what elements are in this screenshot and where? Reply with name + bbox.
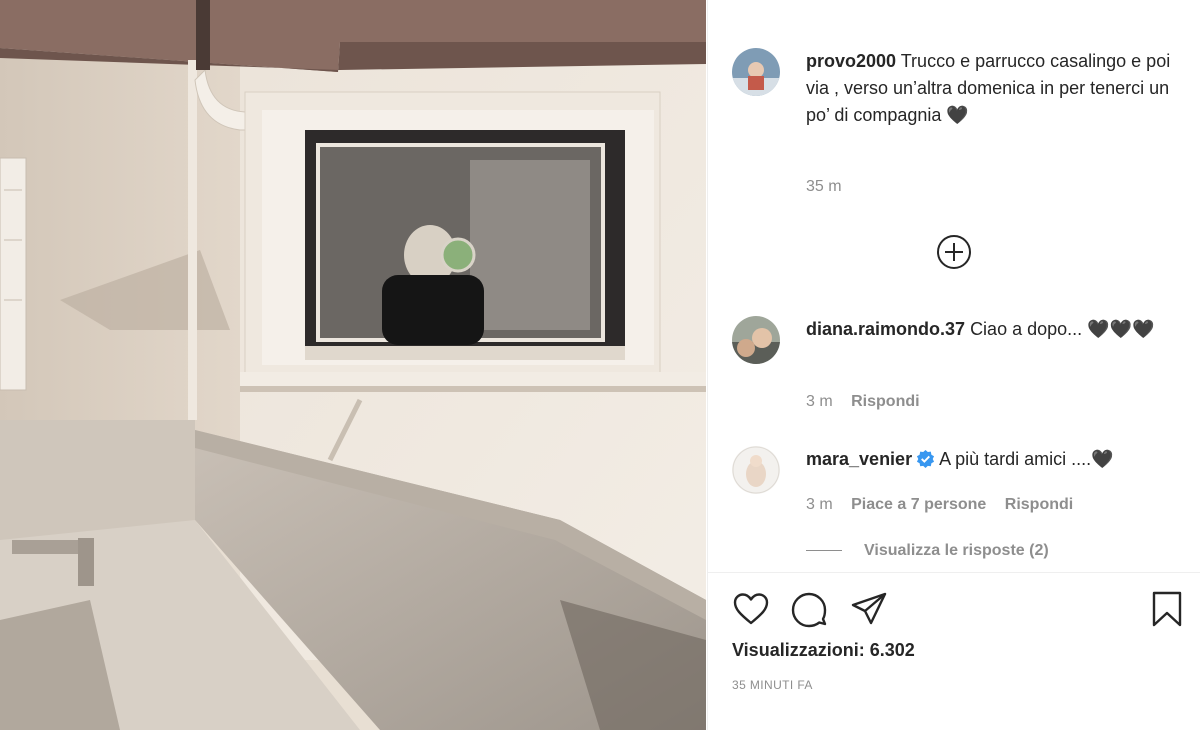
share-icon[interactable]	[850, 590, 888, 628]
heart-icon[interactable]	[732, 590, 770, 628]
comment-item: diana.raimondo.37 Ciao a dopo... 🖤🖤🖤 3 m…	[732, 316, 1180, 426]
reply-button[interactable]: Rispondi	[1005, 496, 1073, 513]
divider	[708, 572, 1200, 573]
post-sidebar: provo2000 Trucco e parrucco casalingo e …	[707, 0, 1200, 730]
views-count[interactable]: Visualizzazioni: 6.302	[732, 640, 915, 661]
view-replies-button[interactable]: Visualizza le risposte (2)	[806, 542, 1049, 560]
commenter-avatar[interactable]	[732, 446, 780, 494]
comment-text: Ciao a dopo... 🖤🖤🖤	[970, 319, 1155, 339]
post-media[interactable]	[0, 0, 706, 730]
commenter-username[interactable]: mara_venier	[806, 449, 912, 469]
load-more-comments-button[interactable]	[936, 234, 972, 270]
view-replies-label: Visualizza le risposte (2)	[864, 542, 1049, 559]
views-label: Visualizzazioni:	[732, 640, 865, 660]
comment-meta: 3 m Rispondi	[806, 393, 934, 411]
plus-circle-icon	[937, 235, 971, 269]
comment-age: 3 m	[806, 393, 833, 410]
comment-meta: 3 m Piace a 7 persone Rispondi	[806, 496, 1087, 514]
caption-age: 35 m	[806, 178, 842, 195]
reply-button[interactable]: Rispondi	[851, 393, 919, 410]
post-photo	[0, 0, 706, 730]
comment-age: 3 m	[806, 496, 833, 513]
author-avatar[interactable]	[732, 48, 780, 96]
commenter-username[interactable]: diana.raimondo.37	[806, 319, 965, 339]
post-timestamp[interactable]: 35 MINUTI FA	[732, 678, 813, 692]
author-username[interactable]: provo2000	[806, 51, 896, 71]
replies-line	[806, 550, 842, 552]
action-bar	[732, 590, 1182, 630]
verified-badge-icon	[917, 449, 935, 468]
views-number: 6.302	[869, 640, 915, 660]
caption-meta: 35 m	[806, 178, 856, 196]
comment-likes-link[interactable]: Piace a 7 persone	[851, 496, 986, 513]
post-caption: provo2000 Trucco e parrucco casalingo e …	[732, 48, 1180, 208]
commenter-avatar[interactable]	[732, 316, 780, 364]
comment-icon[interactable]	[790, 590, 828, 628]
bookmark-icon[interactable]	[1148, 590, 1186, 628]
comment-text: A più tardi amici ....🖤	[939, 449, 1114, 469]
comment-item: mara_venier A più tardi amici ....🖤 3 m …	[732, 446, 1180, 536]
